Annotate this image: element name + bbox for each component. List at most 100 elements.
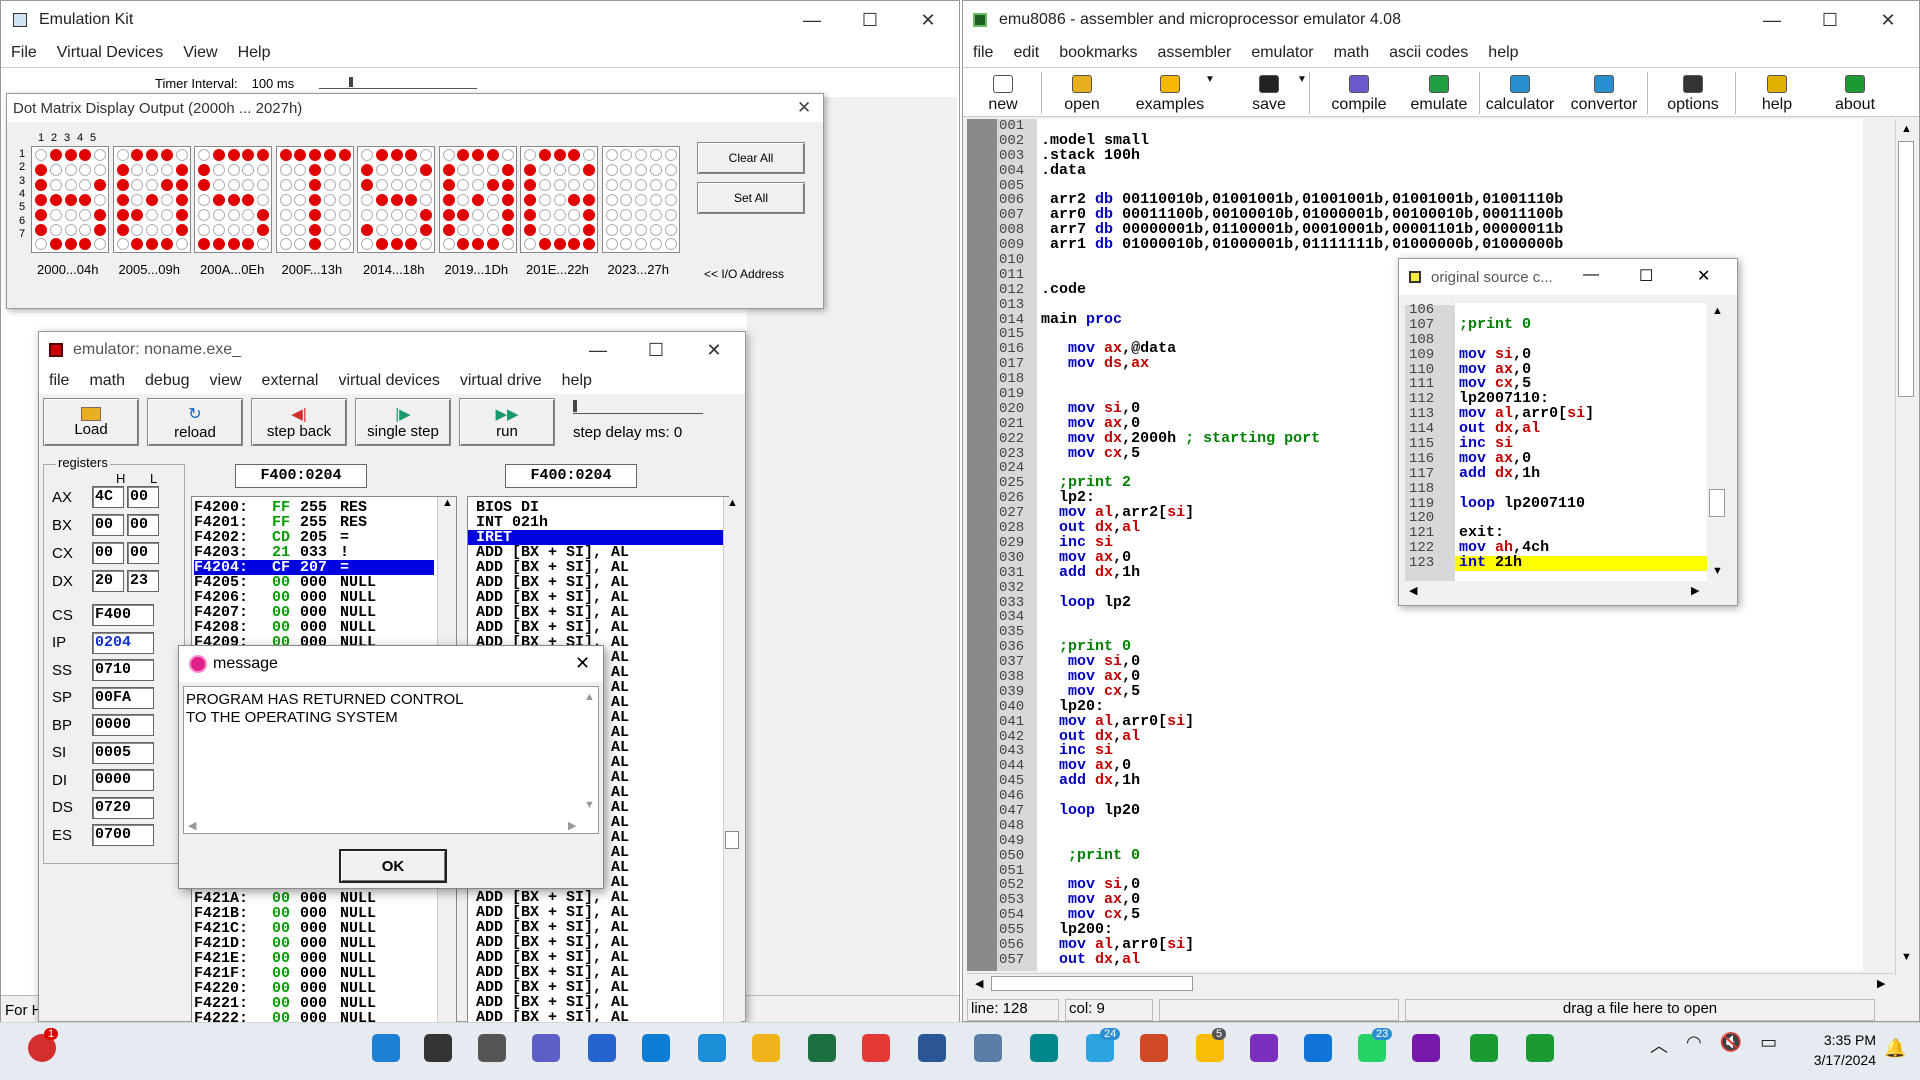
disasm-row[interactable]: ADD [BX + SI], AL xyxy=(468,995,629,1010)
slider-thumb[interactable] xyxy=(573,400,577,412)
scroll-up-icon[interactable]: ▲ xyxy=(727,497,738,509)
source-hscrollbar[interactable]: ◀ ▶ xyxy=(1405,581,1707,601)
vscode-icon[interactable] xyxy=(1304,1034,1332,1062)
menu-item-virtual-devices[interactable]: Virtual Devices xyxy=(47,44,173,62)
disasm-row[interactable]: ADD [BX + SI], AL xyxy=(468,575,629,590)
code-line[interactable]: mov ax,0 xyxy=(1037,892,1863,908)
step-back-button[interactable]: ◀| step back xyxy=(251,398,347,446)
scroll-left-icon[interactable]: ◀ xyxy=(975,977,983,990)
arduino-icon[interactable] xyxy=(1030,1034,1058,1062)
word-icon[interactable] xyxy=(918,1034,946,1062)
disasm-row[interactable]: INT 021h xyxy=(468,515,724,530)
scroll-right-icon[interactable]: ▶ xyxy=(1691,584,1699,597)
register-value[interactable]: 0204 xyxy=(92,631,154,654)
code-line[interactable]: mov si,0 xyxy=(1037,877,1863,893)
code-line[interactable]: add dx,1h xyxy=(1037,773,1863,789)
disasm-row[interactable]: ADD [BX + SI], AL xyxy=(468,950,629,965)
code-line[interactable]: loop lp20 xyxy=(1037,803,1863,819)
emu8086-titlebar[interactable]: emu8086 - assembler and microprocessor e… xyxy=(963,1,1919,39)
disasm-row[interactable]: ADD [BX + SI], AL xyxy=(468,890,629,905)
windows-start-icon[interactable] xyxy=(372,1034,400,1062)
wifi-icon[interactable]: ◠ xyxy=(1686,1032,1702,1058)
scroll-left-icon[interactable]: ◀ xyxy=(1409,584,1417,597)
memory-row[interactable]: F421C: 00 000 NULL xyxy=(194,921,434,936)
memory-row[interactable]: F4203: 21 033! xyxy=(194,545,434,560)
register-low[interactable]: 00 xyxy=(127,542,159,564)
memory-row[interactable]: F4202: CD 205 = xyxy=(194,530,434,545)
close-icon[interactable]: ✕ xyxy=(797,98,811,118)
store-icon[interactable] xyxy=(588,1034,616,1062)
code-line[interactable] xyxy=(1037,610,1863,625)
memory-row[interactable]: F421D: 00 000 NULL xyxy=(194,936,434,951)
message-titlebar[interactable]: message ✕ xyxy=(179,646,603,682)
disasm-row[interactable]: ADD [BX + SI], AL xyxy=(468,965,629,980)
memory-row[interactable]: F4207: 00 000 NULL xyxy=(194,605,434,620)
scroll-thumb[interactable] xyxy=(1898,141,1914,397)
code-line[interactable]: ;print 0 xyxy=(1037,848,1863,864)
code-line[interactable]: loop lp2007110 xyxy=(1455,496,1707,512)
task-view-icon[interactable] xyxy=(478,1034,506,1062)
teams-icon[interactable] xyxy=(532,1034,560,1062)
search-icon[interactable] xyxy=(424,1034,452,1062)
minimize-icon[interactable]: — xyxy=(1583,266,1599,284)
minimize-icon[interactable]: — xyxy=(1743,1,1801,39)
run-button[interactable]: ▶▶ run xyxy=(459,398,555,446)
chevron-down-icon[interactable]: ▼ xyxy=(1297,74,1307,85)
source-titlebar[interactable]: original source c... — ☐ ✕ xyxy=(1399,259,1737,295)
scroll-down-icon[interactable]: ▼ xyxy=(1901,951,1912,963)
close-icon[interactable]: ✕ xyxy=(685,332,743,368)
disasm-address-box[interactable]: F400:0204 xyxy=(505,464,637,488)
maximize-icon[interactable]: ☐ xyxy=(1801,1,1859,39)
menu-item-math[interactable]: math xyxy=(1324,44,1380,62)
scroll-down-icon[interactable]: ▼ xyxy=(584,799,595,811)
options-button[interactable]: options xyxy=(1653,68,1736,116)
menu-item-help[interactable]: help xyxy=(552,372,602,390)
close-icon[interactable]: ✕ xyxy=(1697,266,1710,286)
powerpoint-icon[interactable] xyxy=(1140,1034,1168,1062)
set-all-button[interactable]: Set All xyxy=(697,182,805,214)
memory-row[interactable]: F4200: FF 255 RES xyxy=(194,500,434,515)
register-value[interactable]: 0000 xyxy=(92,769,154,791)
disasm-scrollbar[interactable]: ▲ xyxy=(723,497,741,1023)
convertor-button[interactable]: convertor xyxy=(1563,68,1648,116)
code-line[interactable]: add dx,1h xyxy=(1455,466,1707,482)
speaker-muted-icon[interactable]: 🔇 xyxy=(1720,1032,1742,1058)
memory-row[interactable]: F4204: CF 207 = xyxy=(194,560,434,575)
clock[interactable]: 3:35 PM 3/17/2024 xyxy=(1800,1030,1876,1070)
memory-row[interactable]: F4220: 00 000 NULL xyxy=(194,981,434,996)
save-button[interactable]: save ▼ xyxy=(1231,68,1310,116)
code-line[interactable]: arr1 db 01000010b,01000001b,01111111b,01… xyxy=(1037,237,1863,253)
reload-button[interactable]: ↻ reload xyxy=(147,398,243,446)
menu-item-file[interactable]: file xyxy=(963,44,1003,62)
battery-icon[interactable]: ▭ xyxy=(1760,1032,1777,1058)
register-high[interactable]: 4C xyxy=(92,486,124,508)
register-low[interactable]: 00 xyxy=(127,486,159,508)
menu-item-file[interactable]: File xyxy=(1,44,47,62)
menu-item-emulator[interactable]: emulator xyxy=(1241,44,1323,62)
ok-button[interactable]: OK xyxy=(339,849,447,883)
intellij-icon[interactable] xyxy=(1250,1034,1278,1062)
file-explorer-icon[interactable] xyxy=(752,1034,780,1062)
code-line[interactable]: ;print 0 xyxy=(1455,317,1707,333)
examples-button[interactable]: examples ▼ xyxy=(1125,68,1215,116)
scroll-right-icon[interactable]: ▶ xyxy=(568,819,576,832)
minimize-icon[interactable]: — xyxy=(569,332,627,368)
editor-vscrollbar[interactable]: ▲ ▼ xyxy=(1895,119,1917,975)
menu-item-assembler[interactable]: assembler xyxy=(1148,44,1242,62)
disasm-row[interactable]: ADD [BX + SI], AL xyxy=(468,920,629,935)
menu-item-edit[interactable]: edit xyxy=(1003,44,1049,62)
calculator-button[interactable]: calculator xyxy=(1481,68,1559,116)
code-line[interactable]: mov cx,5 xyxy=(1037,684,1863,700)
edge-icon[interactable] xyxy=(642,1034,670,1062)
scroll-thumb[interactable] xyxy=(725,831,739,849)
maximize-icon[interactable]: ☐ xyxy=(627,332,685,368)
emu8086-taskbar-icon-2[interactable] xyxy=(1526,1034,1554,1062)
disasm-row[interactable]: ADD [BX + SI], AL xyxy=(468,590,629,605)
code-line[interactable]: mov si,0 xyxy=(1037,654,1863,670)
code-line[interactable] xyxy=(1037,119,1863,134)
close-icon[interactable]: ✕ xyxy=(1859,1,1917,39)
notification-bell-icon[interactable]: 🔔 xyxy=(1884,1038,1906,1059)
slider-thumb[interactable] xyxy=(349,77,353,87)
menu-item-external[interactable]: external xyxy=(252,372,329,390)
code-line[interactable]: out dx,al xyxy=(1037,952,1863,968)
